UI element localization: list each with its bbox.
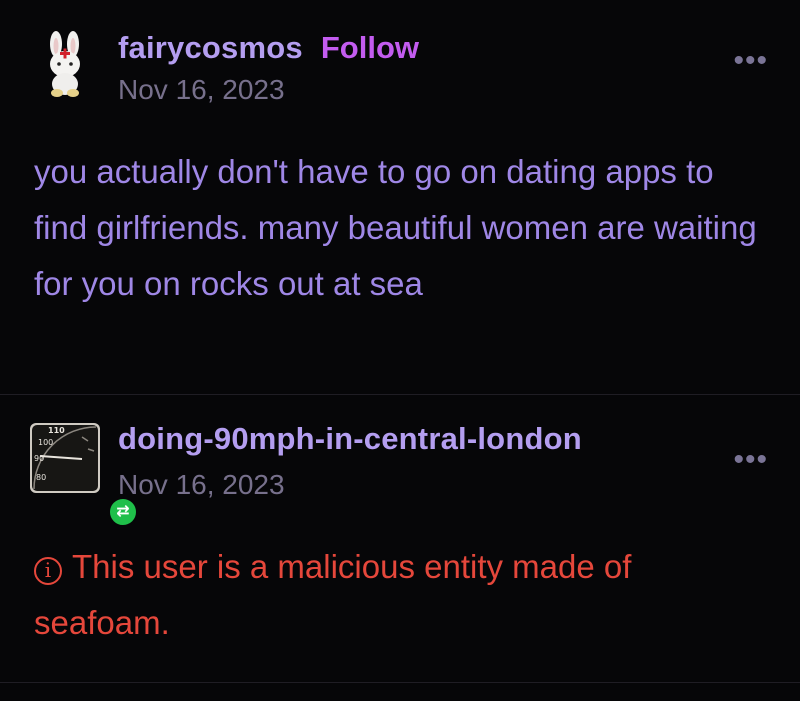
info-icon: i [34, 557, 62, 585]
blog-name[interactable]: fairycosmos [118, 30, 303, 66]
post-body: i This user is a malicious entity made of… [34, 539, 770, 651]
white-rabbit-avatar-icon [30, 28, 100, 98]
post-doing-90mph: 110 100 90 80 ⇄ doing-90mph-in-central-l… [0, 395, 800, 683]
warning-text: This user is a malicious entity made of … [34, 548, 632, 641]
post-header: doing-90mph-in-central-london [118, 421, 582, 457]
post-header: fairycosmos Follow [118, 30, 419, 66]
speedometer-label-80: 80 [36, 473, 46, 482]
post-body: you actually don't have to go on dating … [34, 153, 757, 302]
reblog-icon: ⇄ [108, 497, 138, 527]
post-date[interactable]: Nov 16, 2023 [118, 74, 285, 106]
avatar[interactable]: 110 100 90 80 ⇄ [30, 423, 138, 527]
blog-name[interactable]: doing-90mph-in-central-london [118, 421, 582, 457]
post-fairycosmos: fairycosmos Follow Nov 16, 2023 ••• you … [0, 0, 800, 395]
more-options-icon[interactable]: ••• [733, 46, 768, 76]
follow-button[interactable]: Follow [321, 30, 419, 66]
post-date[interactable]: Nov 16, 2023 [118, 469, 285, 501]
speedometer-label-100: 100 [38, 438, 53, 447]
speedometer-label-110: 110 [48, 426, 65, 435]
avatar[interactable] [30, 28, 100, 98]
speedometer-avatar-icon: 110 100 90 80 [30, 423, 100, 493]
more-options-icon[interactable]: ••• [733, 445, 768, 475]
